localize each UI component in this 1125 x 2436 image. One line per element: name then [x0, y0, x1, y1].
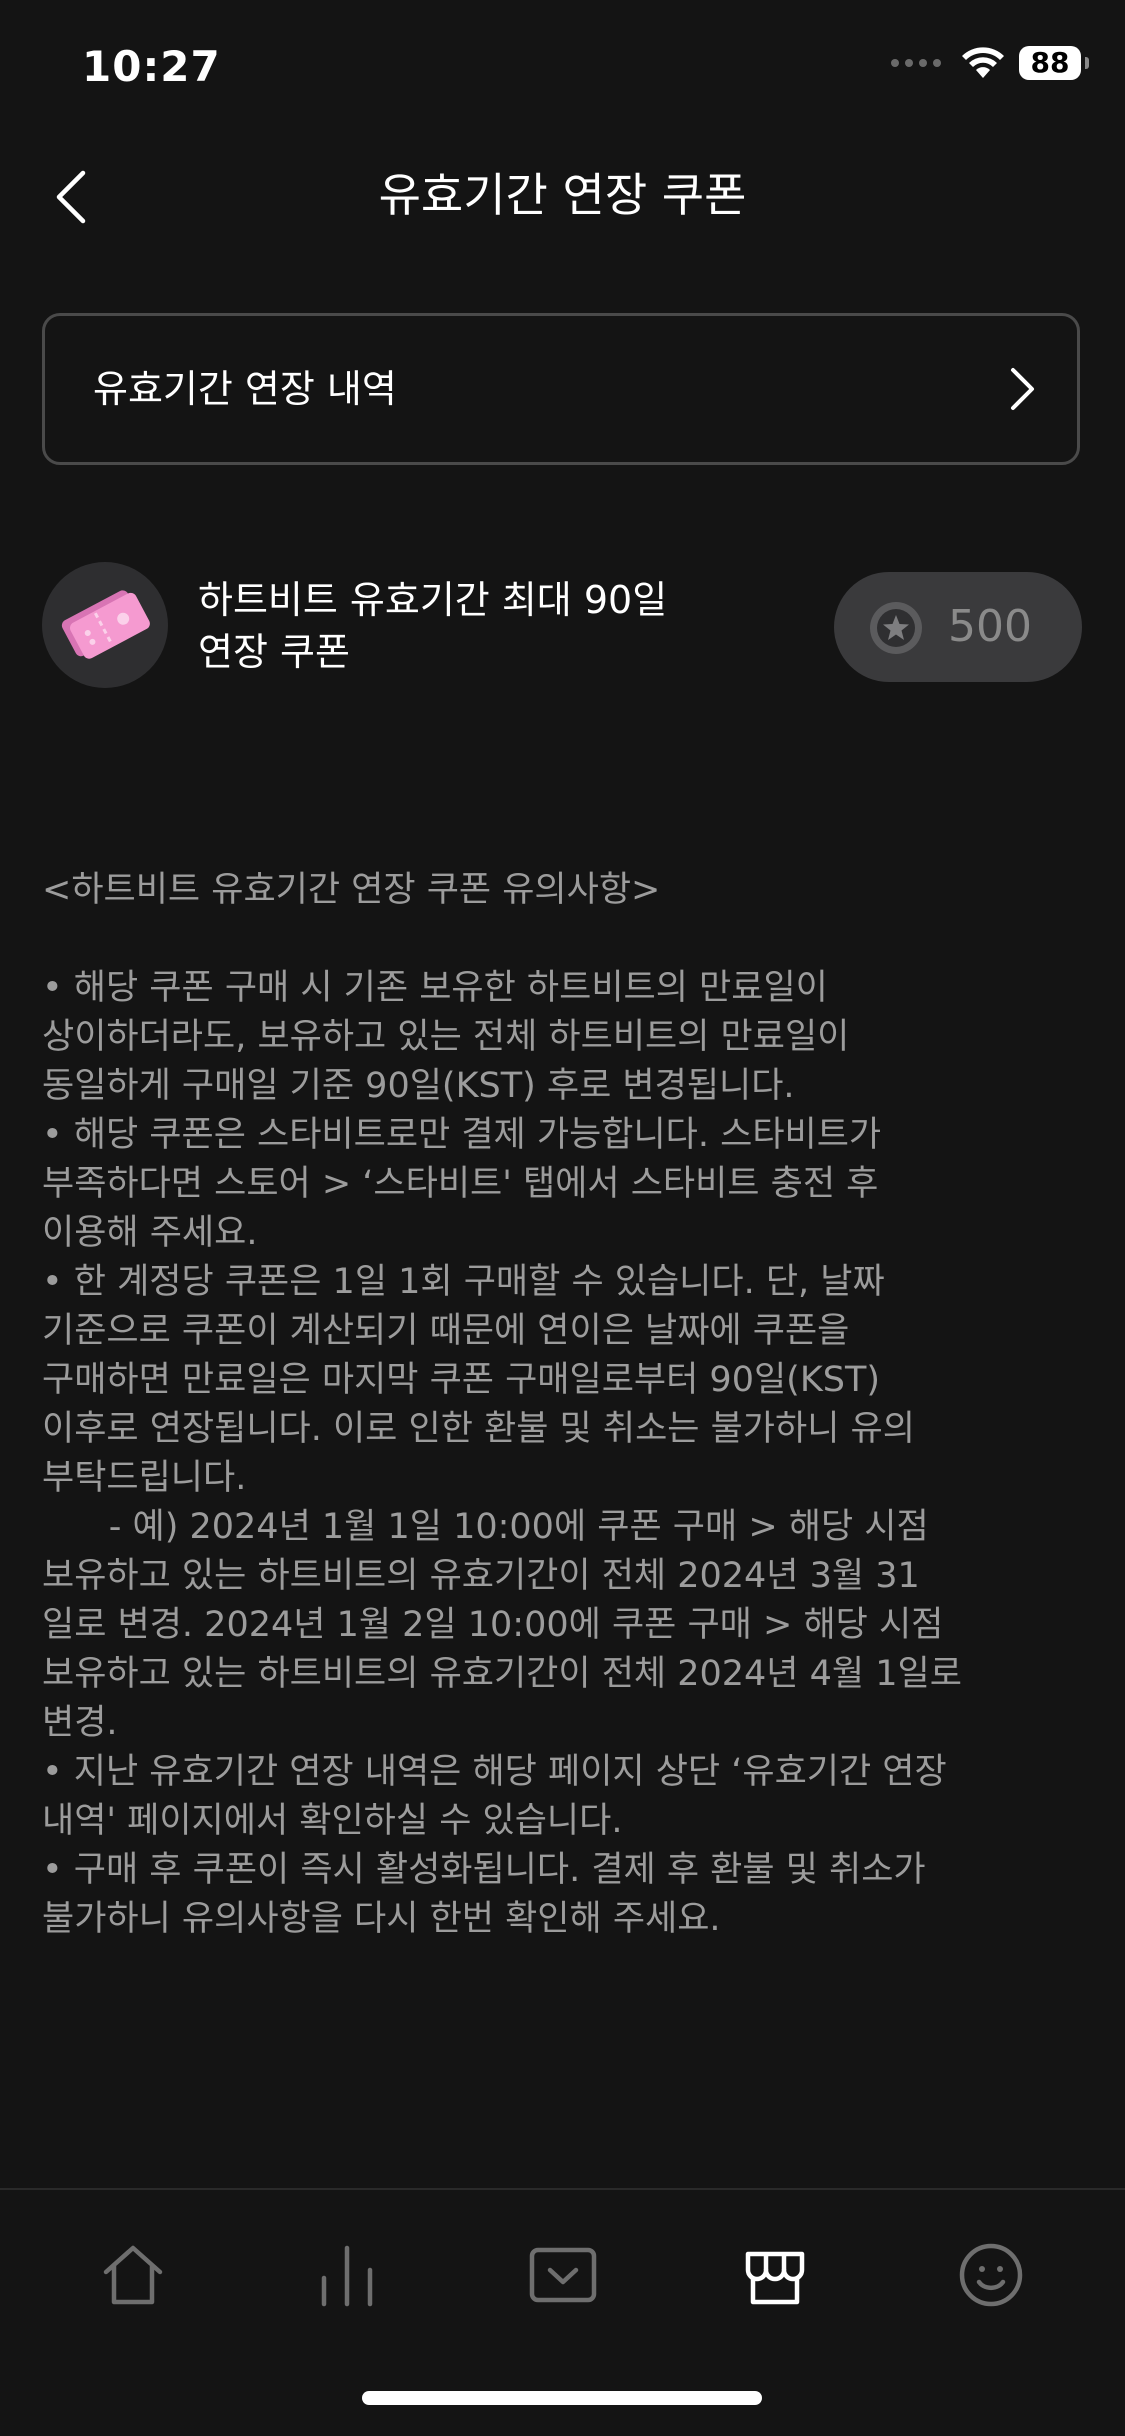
coupon-product-row: 하트비트 유효기간 최대 90일 연장 쿠폰 500 [42, 562, 1082, 692]
star-coin-icon [870, 602, 922, 654]
buy-price-button[interactable]: 500 [834, 572, 1082, 682]
coupon-thumbnail [42, 562, 168, 688]
tab-inbox[interactable] [518, 2230, 608, 2320]
notice-line: • 해당 쿠폰 구매 시 기존 보유한 하트비트의 만료일이 [42, 968, 828, 1008]
notice-line: 보유하고 있는 하트비트의 유효기간이 전체 2024년 4월 1일로 [42, 1654, 962, 1694]
notice-line: 이용해 주세요. [42, 1213, 258, 1253]
notice-line: 일로 변경. 2024년 1월 2일 10:00에 쿠폰 구매 > 해당 시점 [42, 1605, 944, 1645]
tab-home[interactable] [88, 2230, 178, 2320]
notice-line: • 구매 후 쿠폰이 즉시 활성화됩니다. 결제 후 환불 및 취소가 [42, 1850, 926, 1890]
status-icons: 88 [891, 46, 1089, 80]
status-time: 10:27 [82, 42, 221, 91]
notice-line: • 지난 유효기간 연장 내역은 해당 페이지 상단 ‘유효기간 연장 [42, 1752, 947, 1792]
extension-history-link[interactable]: 유효기간 연장 내역 [42, 313, 1080, 465]
notice-line: 동일하게 구매일 기준 90일(KST) 후로 변경됩니다. [42, 1066, 795, 1106]
coupon-notice: <하트비트 유효기간 연장 쿠폰 유의사항> • 해당 쿠폰 구매 시 기존 보… [42, 866, 1092, 1944]
chart-icon [321, 2245, 373, 2307]
notice-line: 부족하다면 스토어 > ‘스타비트' 탭에서 스타비트 충전 후 [42, 1164, 879, 1204]
inbox-check-icon [529, 2247, 597, 2303]
notice-line: 불가하니 유의사항을 다시 한번 확인해 주세요. [42, 1899, 721, 1939]
store-icon [745, 2251, 805, 2305]
wifi-icon [962, 47, 1004, 78]
notice-line: • 해당 쿠폰은 스타비트로만 결제 가능합니다. 스타비트가 [42, 1115, 882, 1155]
notice-line: 보유하고 있는 하트비트의 유효기간이 전체 2024년 3월 31 [42, 1556, 920, 1596]
notice-line: 기준으로 쿠폰이 계산되기 때문에 연이은 날짜에 쿠폰을 [42, 1311, 850, 1351]
extension-history-label: 유효기간 연장 내역 [93, 367, 397, 411]
chevron-right-icon [1011, 368, 1034, 410]
notice-line: • 한 계정당 쿠폰은 1일 1회 구매할 수 있습니다. 단, 날짜 [42, 1262, 885, 1302]
cellular-signal-icon [891, 59, 941, 67]
tab-chart[interactable] [302, 2230, 392, 2320]
coupon-name-line1: 하트비트 유효기간 최대 90일 [198, 578, 668, 622]
notice-line: 내역' 페이지에서 확인하실 수 있습니다. [42, 1801, 623, 1841]
coupon-product-name: 하트비트 유효기간 최대 90일 연장 쿠폰 [198, 574, 758, 678]
notice-line: 이후로 연장됩니다. 이로 인한 환불 및 취소는 불가하니 유의 [42, 1409, 915, 1449]
battery-icon: 88 [1019, 46, 1089, 80]
coupon-name-line2: 연장 쿠폰 [198, 630, 350, 674]
nav-header: 유효기간 연장 쿠폰 [0, 140, 1125, 250]
notice-line: - 예) 2024년 1월 1일 10:00에 쿠폰 구매 > 해당 시점 [42, 1507, 929, 1547]
smiley-icon [959, 2243, 1023, 2307]
home-indicator [362, 2391, 762, 2405]
notice-title: <하트비트 유효기간 연장 쿠폰 유의사항> [42, 870, 661, 910]
notice-line: 변경. [42, 1703, 118, 1743]
tab-profile[interactable] [946, 2230, 1036, 2320]
notice-line: 구매하면 만료일은 마지막 쿠폰 구매일로부터 90일(KST) [42, 1360, 881, 1400]
home-icon [103, 2245, 163, 2305]
notice-line: 부탁드립니다. [42, 1458, 247, 1498]
tab-store[interactable] [730, 2230, 820, 2320]
status-bar: 10:27 88 [0, 0, 1125, 140]
coupon-ticket-icon [61, 590, 150, 659]
page-title: 유효기간 연장 쿠폰 [378, 168, 747, 222]
coupon-price: 500 [948, 601, 1032, 652]
notice-line: 상이하더라도, 보유하고 있는 전체 하트비트의 만료일이 [42, 1017, 850, 1057]
